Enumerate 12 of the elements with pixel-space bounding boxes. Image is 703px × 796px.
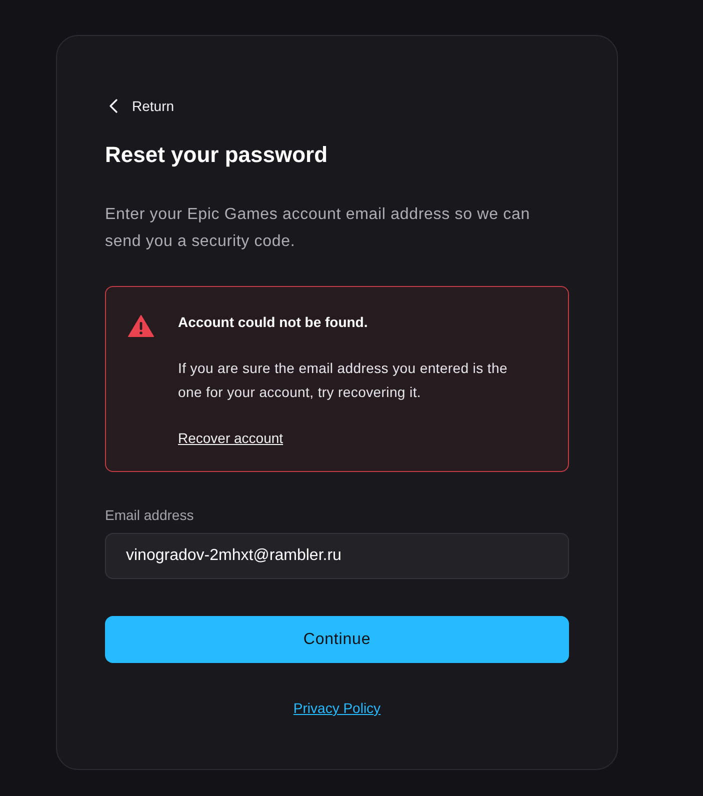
recover-account-link[interactable]: Recover account — [178, 426, 284, 450]
email-label: Email address — [105, 506, 194, 525]
description-text: Enter your Epic Games account email address so we can send you a security code. — [105, 205, 531, 252]
chevron-left-icon — [109, 99, 118, 113]
return-link[interactable]: Return — [105, 94, 174, 118]
continue-button[interactable]: Continue — [105, 616, 569, 663]
warning-icon — [128, 315, 154, 337]
alert-message: If you are sure the email address you entered is the one for your account, try recovering it. — [178, 359, 508, 402]
privacy-policy-link[interactable]: Privacy Policy — [293, 698, 381, 718]
email-field[interactable]: vinogradov-2mhxt@rambler.ru — [105, 533, 569, 579]
alert-title: Account could not be found. — [178, 313, 369, 332]
page-title: Reset your password — [105, 141, 329, 169]
